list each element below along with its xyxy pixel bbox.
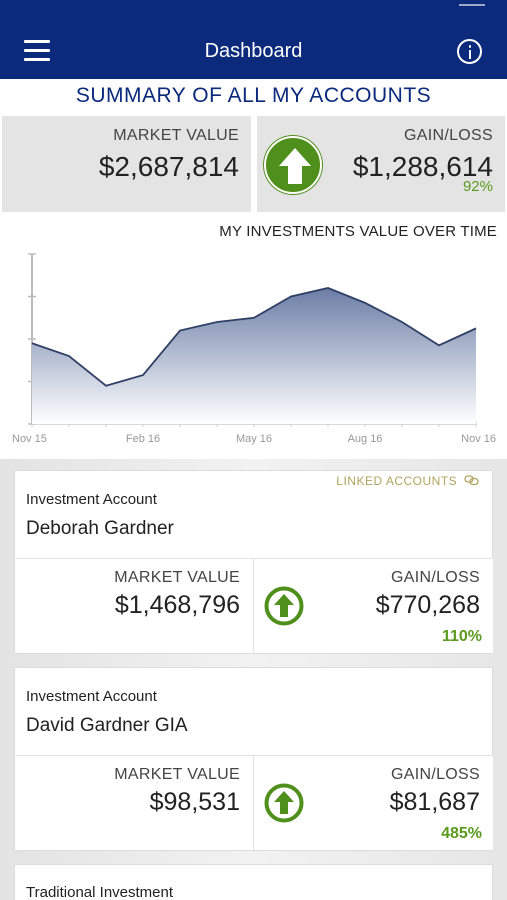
summary-title: SUMMARY OF ALL MY ACCOUNTS (75, 84, 432, 107)
market-value-label: MARKET VALUE (114, 766, 240, 783)
up-arrow-icon (264, 783, 304, 823)
account-type: Traditional Investment (26, 884, 174, 900)
series-area (32, 288, 476, 424)
market-value-label: MARKET VALUE (114, 569, 240, 586)
market-value-label: MARKET VALUE (113, 127, 239, 144)
linked-accounts-link[interactable]: LINKED ACCOUNTS (336, 474, 480, 488)
x-tick-label: Feb 16 (126, 433, 160, 445)
account-card[interactable]: Traditional Investment (14, 864, 493, 900)
market-value: $98,531 (149, 788, 240, 816)
status-bar-indicator (459, 4, 485, 6)
x-tick-label: Nov 15 (12, 433, 47, 445)
account-values: MARKET VALUE $98,531 GAIN/LOSS $81,687 4… (16, 755, 493, 850)
gain-loss-label: GAIN/LOSS (404, 127, 493, 144)
gain-loss-label: GAIN/LOSS (391, 766, 480, 783)
gain-loss-percent: 110% (441, 628, 482, 645)
nav-bar: Dashboard (0, 0, 507, 79)
account-values: MARKET VALUE $1,468,796 GAIN/LOSS $770,2… (16, 558, 493, 653)
gain-loss-percent: 485% (441, 825, 482, 842)
account-market-value-box: MARKET VALUE $98,531 (16, 756, 254, 850)
up-arrow-icon (264, 586, 304, 626)
chart-title: MY INVESTMENTS VALUE OVER TIME (219, 223, 497, 240)
account-type: Investment Account (26, 491, 157, 508)
info-icon[interactable] (457, 39, 482, 64)
account-card[interactable]: LINKED ACCOUNTS Investment Account Debor… (14, 470, 493, 654)
account-card[interactable]: Investment Account David Gardner GIA MAR… (14, 667, 493, 851)
account-name: David Gardner GIA (26, 715, 188, 736)
total-market-value-box: MARKET VALUE $2,687,814 (2, 116, 251, 212)
account-name: Deborah Gardner (26, 518, 174, 539)
gain-loss-label: GAIN/LOSS (391, 569, 480, 586)
linked-accounts-label: LINKED ACCOUNTS (336, 474, 458, 488)
gain-loss-percent: 92% (462, 178, 493, 195)
x-tick-label: May 16 (236, 433, 272, 445)
x-tick-label: Nov 16 (461, 433, 496, 445)
gain-loss-value: $770,268 (375, 591, 480, 619)
gain-loss-value: $81,687 (389, 788, 480, 816)
x-tick-label: Aug 16 (348, 433, 383, 445)
page-title: Dashboard (204, 40, 303, 62)
market-value: $2,687,814 (98, 151, 239, 182)
investment-value-chart: Nov 15 Feb 16 May 16 Aug 16 Nov 16 (12, 253, 496, 445)
market-value: $1,468,796 (114, 591, 240, 619)
account-market-value-box: MARKET VALUE $1,468,796 (16, 559, 254, 653)
up-arrow-icon (264, 136, 322, 194)
account-type: Investment Account (26, 688, 157, 705)
link-icon (464, 475, 479, 486)
